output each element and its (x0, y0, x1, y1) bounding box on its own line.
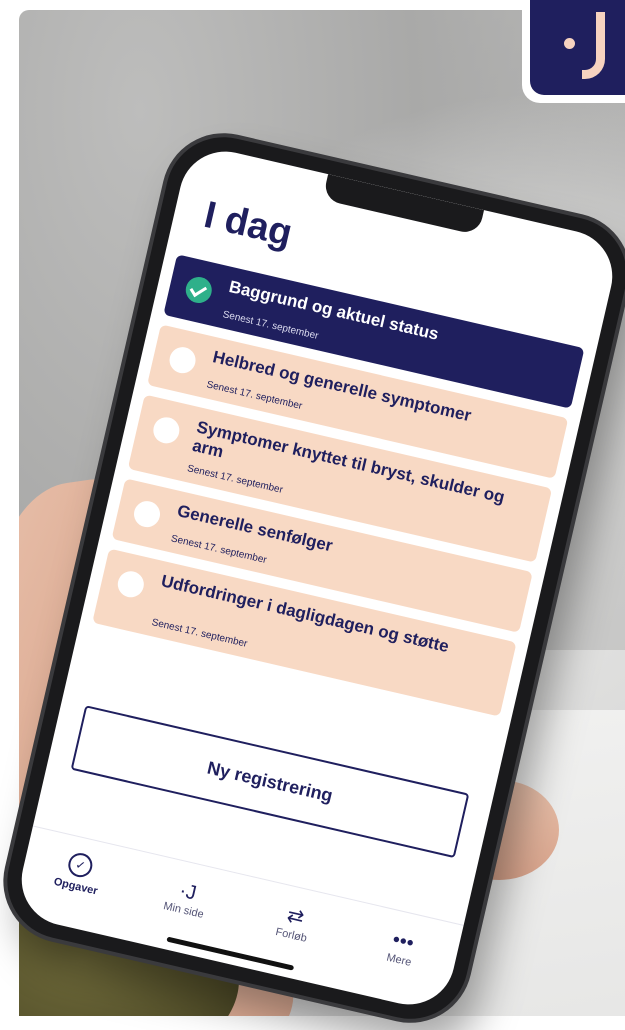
tab-opgaver[interactable]: ✓ Opgaver (17, 826, 140, 919)
task-subtitle: Senest 17. september (205, 379, 304, 413)
task-subtitle: Senest 17. september (169, 533, 268, 567)
empty-circle-icon (166, 344, 199, 376)
checked-circle-icon (183, 274, 215, 306)
page-title: I dag (200, 194, 297, 255)
brand-logo (522, 0, 625, 103)
empty-circle-icon (115, 568, 147, 600)
empty-circle-icon (150, 414, 182, 446)
app-logo-icon: ·J (177, 879, 199, 905)
tab-label: Opgaver (52, 875, 99, 898)
task-list: Baggrund og aktuel status Senest 17. sep… (78, 252, 596, 729)
logo-dot-icon (564, 38, 575, 49)
check-circle-icon: ✓ (66, 850, 95, 880)
swap-arrows-icon: ⇄ (284, 904, 307, 930)
tab-min-side[interactable]: ·J Min side (125, 851, 248, 944)
empty-circle-icon (131, 498, 163, 530)
tab-label: Forløb (274, 925, 309, 945)
tab-mere[interactable]: ••• Mere (340, 901, 463, 994)
logo-hook-icon (582, 12, 605, 79)
task-subtitle: Senest 17. september (221, 309, 320, 342)
logo-background (530, 0, 625, 95)
task-subtitle: Senest 17. september (150, 617, 249, 650)
new-registration-button[interactable]: Ny registrering (70, 705, 470, 859)
